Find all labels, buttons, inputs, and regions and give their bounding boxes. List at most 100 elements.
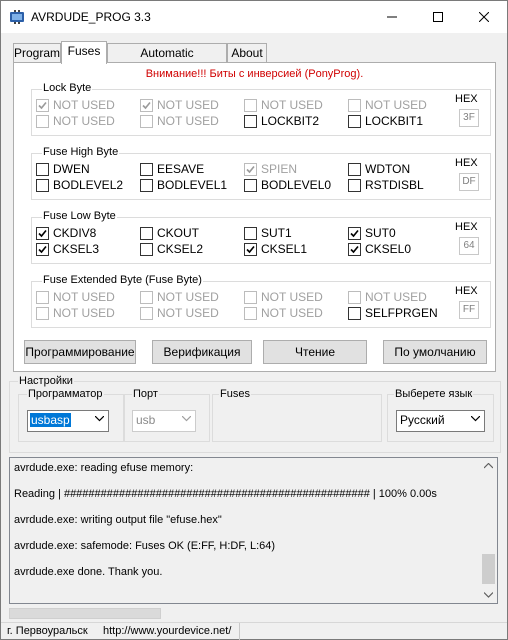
log-vertical-scrollbar[interactable] (480, 458, 497, 603)
checkbox-label: SPIEN (261, 162, 298, 176)
tab-program[interactable]: Program (13, 43, 61, 63)
port-group: Порт usb (123, 388, 210, 442)
checkbox-label: CKSEL1 (261, 242, 308, 256)
output-log[interactable]: avrdude.exe: reading efuse memory: Readi… (9, 457, 498, 604)
close-icon (479, 12, 489, 22)
checkbox-sut0[interactable]: SUT0 (348, 226, 396, 240)
horizontal-progress-bar (9, 608, 161, 619)
checkbox-ckout[interactable]: CKOUT (140, 226, 199, 240)
language-label: Выберете язык (394, 388, 474, 400)
program-button[interactable]: Программирование (24, 340, 136, 364)
close-button[interactable] (461, 1, 507, 33)
checkbox-box (140, 114, 153, 128)
fuse-high-group: Fuse High Byte DWEN EESAVE SPIEN WDTON BODLE… (31, 146, 491, 200)
checkbox-label: NOT USED (53, 306, 115, 320)
checkbox-box (140, 226, 153, 240)
checkbox-cksel1[interactable]: CKSEL1 (244, 242, 307, 256)
tab-about[interactable]: About (227, 43, 267, 63)
status-bar: г. Первоуральск http://www.yourdevice.ne… (1, 622, 507, 640)
checkbox-box (36, 114, 49, 128)
check-icon (142, 101, 151, 109)
high-hex-label: HEX (455, 157, 478, 169)
checkbox-cksel3[interactable]: CKSEL3 (36, 242, 99, 256)
lock-hex-label: HEX (455, 93, 478, 105)
log-scroll-thumb[interactable] (482, 554, 495, 584)
checkbox-label: EESAVE (157, 162, 205, 176)
checkbox-not-used: NOT USED (140, 114, 219, 128)
checkbox-not-used: NOT USED (36, 290, 115, 304)
programmer-value: usbasp (30, 413, 71, 427)
check-icon (246, 165, 255, 173)
check-icon (38, 101, 47, 109)
low-hex-label: HEX (455, 221, 478, 233)
checkbox-box (348, 226, 361, 240)
checkbox-box (140, 98, 153, 112)
log-line: Reading | ##############################… (14, 488, 437, 500)
checkbox-label: NOT USED (365, 290, 427, 304)
scroll-down-icon[interactable] (484, 592, 493, 598)
checkbox-lockbit1[interactable]: LOCKBIT1 (348, 114, 423, 128)
checkbox-not-used: NOT USED (244, 98, 323, 112)
checkbox-ckdiv8[interactable]: CKDIV8 (36, 226, 96, 240)
checkbox-label: CKSEL3 (53, 242, 100, 256)
checkbox-not-used: NOT USED (140, 290, 219, 304)
checkbox-bodlevel0[interactable]: BODLEVEL0 (244, 178, 331, 192)
language-select[interactable]: Русский (396, 410, 485, 432)
tab-automatic-programming[interactable]: Automatic programming (107, 43, 227, 79)
checkbox-eesave[interactable]: EESAVE (140, 162, 204, 176)
verify-button[interactable]: Верификация (152, 340, 252, 364)
minimize-button[interactable] (369, 1, 415, 33)
checkbox-bodlevel1[interactable]: BODLEVEL1 (140, 178, 227, 192)
maximize-icon (433, 12, 443, 22)
checkbox-label: SELFPRGEN (365, 306, 438, 320)
log-line: avrdude.exe done. Thank you. (14, 566, 163, 578)
checkbox-not-used: NOT USED (140, 98, 219, 112)
fuse-high-title: Fuse High Byte (42, 146, 120, 158)
checkbox-box (36, 290, 49, 304)
checkbox-bodlevel2[interactable]: BODLEVEL2 (36, 178, 123, 192)
checkbox-lockbit2[interactable]: LOCKBIT2 (244, 114, 319, 128)
checkbox-box (36, 178, 49, 192)
checkbox-box (244, 242, 257, 256)
checkbox-label: SUT0 (365, 226, 396, 240)
checkbox-rstdisbl[interactable]: RSTDISBL (348, 178, 424, 192)
programmer-select[interactable]: usbasp (27, 410, 109, 432)
language-value: Русский (400, 413, 445, 427)
checkbox-wdton[interactable]: WDTON (348, 162, 410, 176)
checkbox-not-used: NOT USED (244, 290, 323, 304)
checkbox-label: NOT USED (261, 306, 323, 320)
log-line: avrdude.exe: safemode: Fuses OK (E:FF, H… (14, 540, 276, 552)
lock-hex-value: 3F (459, 109, 479, 127)
port-select[interactable]: usb (132, 410, 196, 432)
check-icon (38, 229, 47, 237)
fuses-info-group: Fuses (212, 388, 382, 442)
checkbox-not-used: NOT USED (348, 98, 427, 112)
scroll-up-icon[interactable] (484, 463, 493, 469)
defaults-button[interactable]: По умолчанию (383, 340, 487, 364)
checkbox-label: NOT USED (157, 114, 219, 128)
checkbox-label: NOT USED (53, 114, 115, 128)
read-button[interactable]: Чтение (263, 340, 367, 364)
status-url[interactable]: http://www.yourdevice.net/ (103, 625, 231, 637)
chevron-down-icon (182, 416, 191, 422)
checkbox-label: NOT USED (157, 98, 219, 112)
checkbox-sut1[interactable]: SUT1 (244, 226, 292, 240)
checkbox-not-used: NOT USED (244, 306, 323, 320)
ext-hex-label: HEX (455, 285, 478, 297)
checkbox-label: SUT1 (261, 226, 292, 240)
port-value: usb (136, 413, 156, 427)
maximize-button[interactable] (415, 1, 461, 33)
checkbox-box (244, 178, 257, 192)
fuses-info-label: Fuses (219, 388, 251, 400)
lock-byte-group: Lock Byte NOT USED NOT USED NOT USED NOT US… (31, 82, 491, 136)
checkbox-box (140, 242, 153, 256)
checkbox-dwen[interactable]: DWEN (36, 162, 90, 176)
minimize-icon (387, 16, 397, 18)
checkbox-label: WDTON (365, 162, 411, 176)
checkbox-cksel0[interactable]: CKSEL0 (348, 242, 411, 256)
checkbox-selfprgen[interactable]: SELFPRGEN (348, 306, 438, 320)
checkbox-label: NOT USED (365, 98, 427, 112)
tab-fuses[interactable]: Fuses (61, 41, 107, 64)
checkbox-cksel2[interactable]: CKSEL2 (140, 242, 203, 256)
log-line: avrdude.exe: reading efuse memory: (14, 462, 194, 474)
